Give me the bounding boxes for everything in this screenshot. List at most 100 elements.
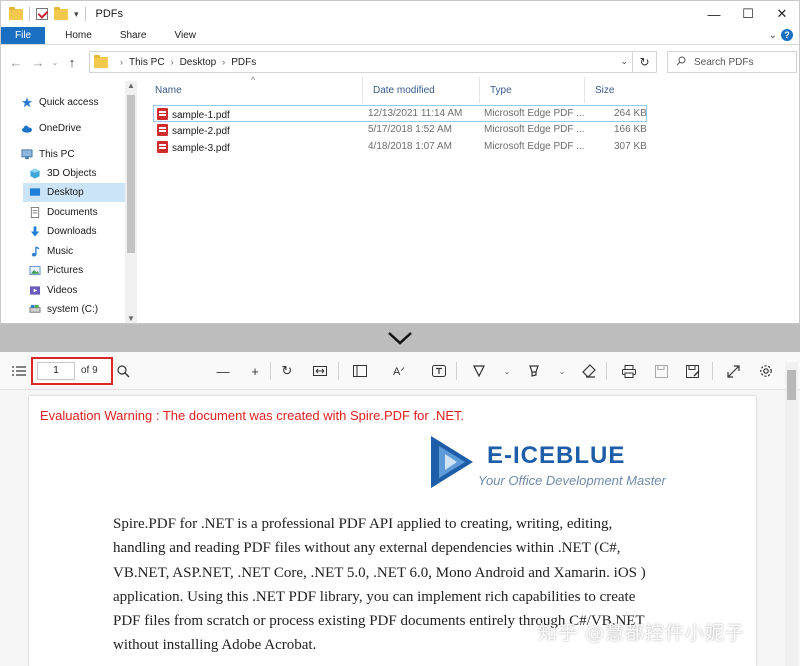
sidebar-item-downloads[interactable]: Downloads: [23, 222, 125, 241]
file-date: 12/13/2021 11:14 AM: [368, 108, 463, 119]
maximize-button[interactable]: ☐: [731, 1, 765, 27]
new-folder-icon[interactable]: [54, 6, 68, 20]
breadcrumb-chevron-icon: ›: [170, 57, 174, 67]
settings-gear-icon[interactable]: [757, 362, 775, 380]
refresh-icon[interactable]: ↻: [632, 52, 656, 72]
file-row[interactable]: sample-2.pdf 5/17/2018 1:52 AM Microsoft…: [153, 122, 647, 139]
save-icon[interactable]: [652, 362, 670, 380]
viewer-scrollbar[interactable]: [785, 362, 798, 666]
file-name: sample-3.pdf: [172, 143, 230, 154]
toolbar-separator: [270, 362, 271, 380]
read-aloud-icon[interactable]: Aᐟ: [390, 362, 408, 380]
draw-options-chevron-icon[interactable]: ⌄: [498, 362, 516, 380]
star-icon: [21, 97, 33, 108]
file-name: sample-2.pdf: [172, 126, 230, 137]
find-search-icon[interactable]: [114, 362, 132, 380]
tab-home[interactable]: Home: [51, 27, 106, 44]
sidebar-item-quick-access[interactable]: Quick access: [15, 93, 125, 112]
toolbar-separator: [606, 362, 607, 380]
minimize-button[interactable]: —: [697, 1, 731, 27]
sidebar-item-system-c[interactable]: system (C:): [23, 300, 125, 319]
chevron-down-icon: [388, 332, 412, 345]
sidebar-item-music[interactable]: Music: [23, 242, 125, 261]
search-input[interactable]: Search PDFs: [667, 51, 797, 73]
full-screen-icon[interactable]: [724, 362, 742, 380]
tab-file[interactable]: File: [1, 27, 46, 44]
file-row[interactable]: sample-1.pdf 12/13/2021 11:14 AM Microso…: [153, 105, 647, 122]
close-button[interactable]: ✕: [765, 1, 799, 27]
breadcrumb-chevron-icon: ›: [120, 57, 123, 67]
pdf-toolbar: 1 of 9 — + ↻ Aᐟ ⌄ ⌄: [0, 352, 800, 390]
column-name[interactable]: Name: [145, 77, 363, 103]
text-line: handling and reading PDF files without a…: [113, 540, 621, 557]
file-date: 4/18/2018 1:07 AM: [368, 141, 452, 152]
tab-share[interactable]: Share: [106, 27, 161, 44]
sidebar-item-label: This PC: [39, 149, 75, 160]
draw-icon[interactable]: [470, 362, 488, 380]
eraser-icon[interactable]: [580, 362, 598, 380]
scrollbar-thumb[interactable]: [127, 95, 135, 253]
customize-toolbar-icon[interactable]: ▾: [74, 9, 79, 20]
page-view-icon[interactable]: [351, 362, 369, 380]
sidebar-scrollbar[interactable]: ▲ ▼: [125, 81, 137, 323]
zoom-out-icon[interactable]: —: [214, 362, 232, 380]
help-icon[interactable]: ?: [781, 29, 793, 41]
highlight-options-chevron-icon[interactable]: ⌄: [553, 362, 571, 380]
file-size: 264 KB: [614, 108, 647, 119]
toolbar-separator: [84, 7, 86, 21]
file-size: 307 KB: [614, 141, 647, 152]
sidebar-item-label: Videos: [47, 285, 78, 296]
sidebar-item-label: Pictures: [47, 265, 84, 276]
properties-icon[interactable]: [36, 8, 48, 20]
sidebar-item-videos[interactable]: Videos: [23, 281, 125, 300]
scroll-down-icon[interactable]: ▼: [125, 314, 137, 323]
sidebar-item-pictures[interactable]: Pictures: [23, 261, 125, 280]
document-icon: [30, 207, 40, 218]
rotate-icon[interactable]: ↻: [278, 362, 296, 380]
tab-view[interactable]: View: [161, 27, 211, 44]
zoom-in-icon[interactable]: +: [246, 362, 264, 380]
back-arrow-icon[interactable]: ←: [5, 55, 27, 70]
page-number-input[interactable]: 1: [37, 362, 75, 380]
column-date-modified[interactable]: Date modified: [363, 77, 480, 103]
forward-arrow-icon[interactable]: →: [27, 55, 49, 70]
sidebar-item-desktop[interactable]: Desktop: [23, 183, 125, 202]
breadcrumb-this-pc[interactable]: This PC: [129, 57, 165, 68]
recent-locations-icon[interactable]: ⌄: [49, 58, 61, 67]
text-box-icon[interactable]: [430, 362, 448, 380]
file-type: Microsoft Edge PDF ...: [484, 124, 585, 135]
sidebar-item-label: Documents: [47, 207, 98, 218]
highlight-icon[interactable]: [525, 362, 543, 380]
file-size: 166 KB: [614, 124, 647, 135]
address-dropdown-icon[interactable]: ⌄: [620, 56, 628, 67]
file-date: 5/17/2018 1:52 AM: [368, 124, 452, 135]
table-of-contents-icon[interactable]: [10, 362, 28, 380]
file-row[interactable]: sample-3.pdf 4/18/2018 1:07 AM Microsoft…: [153, 139, 647, 156]
scrollbar-thumb[interactable]: [787, 370, 796, 400]
breadcrumb-pdfs[interactable]: PDFs: [231, 57, 256, 68]
section-divider: [0, 324, 800, 352]
sidebar-item-this-pc[interactable]: This PC: [15, 145, 125, 164]
print-icon[interactable]: [620, 362, 638, 380]
sidebar-item-label: Music: [47, 246, 74, 257]
address-bar[interactable]: › This PC › Desktop › PDFs ⌄ ↻: [89, 51, 657, 73]
folder-icon: [94, 54, 108, 68]
breadcrumb-desktop[interactable]: Desktop: [180, 57, 217, 68]
page-navigator: 1 of 9: [31, 357, 113, 385]
picture-icon: [29, 265, 41, 276]
fit-to-width-icon[interactable]: [311, 362, 329, 380]
sidebar-item-label: system (C:): [47, 304, 99, 315]
expand-ribbon-icon[interactable]: ⌄: [769, 30, 777, 41]
navigation-bar: ← → ⌄ ↑ › This PC › Desktop › PDFs ⌄ ↻ S…: [1, 47, 799, 77]
ribbon-tabs: File Home Share View ⌄ ?: [1, 27, 799, 45]
column-size[interactable]: Size: [585, 77, 647, 103]
column-type[interactable]: Type: [480, 77, 585, 103]
sidebar-item-onedrive[interactable]: OneDrive: [15, 119, 125, 138]
sidebar-item-documents[interactable]: Documents: [23, 203, 125, 222]
scroll-up-icon[interactable]: ▲: [125, 81, 137, 90]
music-icon: [31, 246, 40, 257]
save-as-icon[interactable]: [684, 362, 702, 380]
brand-tagline: Your Office Development Master: [478, 473, 666, 488]
sidebar-item-3d-objects[interactable]: 3D Objects: [23, 164, 125, 183]
up-arrow-icon[interactable]: ↑: [61, 55, 83, 70]
